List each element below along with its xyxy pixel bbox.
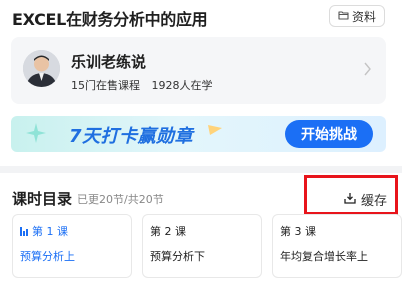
section-title: 课时目录 [12,190,73,208]
folder-icon [338,9,349,23]
teacher-card[interactable]: 乐训老练说 15门在售课程 1928人在学 [11,37,386,104]
playing-bars-icon [20,226,28,236]
materials-label: 资料 [351,9,376,24]
lesson-name: 预算分析上 [20,250,75,263]
course-count: 15门在售课程 [71,79,140,92]
lesson-card-1[interactable]: 第 1 课 预算分析上 [12,214,132,278]
section-subtitle: 已更20节/共20节 [77,193,164,206]
learner-count: 1928人在学 [151,79,213,92]
lesson-number-row: 第 1 课 [20,223,124,239]
section-divider [0,166,402,173]
start-challenge-button[interactable]: 开始挑战 [285,120,373,148]
pennant-icon [207,121,223,140]
course-title: EXCEL在财务分析中的应用 [12,10,208,29]
lesson-number: 第 1 课 [32,225,68,238]
lesson-number: 第 2 课 [150,225,186,238]
teacher-avatar [23,50,60,87]
lesson-name: 年均复合增长率上 [280,250,368,263]
sparkle-icon [25,122,47,148]
lesson-card-3[interactable]: 第 3 课 年均复合增长率上 [272,214,402,278]
lesson-card-2[interactable]: 第 2 课 预算分析下 [142,214,262,278]
chevron-right-icon [363,61,372,77]
materials-button[interactable]: 资料 [329,5,385,27]
cache-highlight-box [304,175,398,215]
checkin-banner[interactable]: 7天打卡赢勋章 开始挑战 [11,116,386,152]
teacher-name: 乐训老练说 [71,53,147,71]
lesson-name: 预算分析下 [150,250,205,263]
lesson-number: 第 3 课 [280,225,316,238]
banner-text: 7天打卡赢勋章 [69,126,194,147]
teacher-meta: 15门在售课程 1928人在学 [71,77,213,93]
